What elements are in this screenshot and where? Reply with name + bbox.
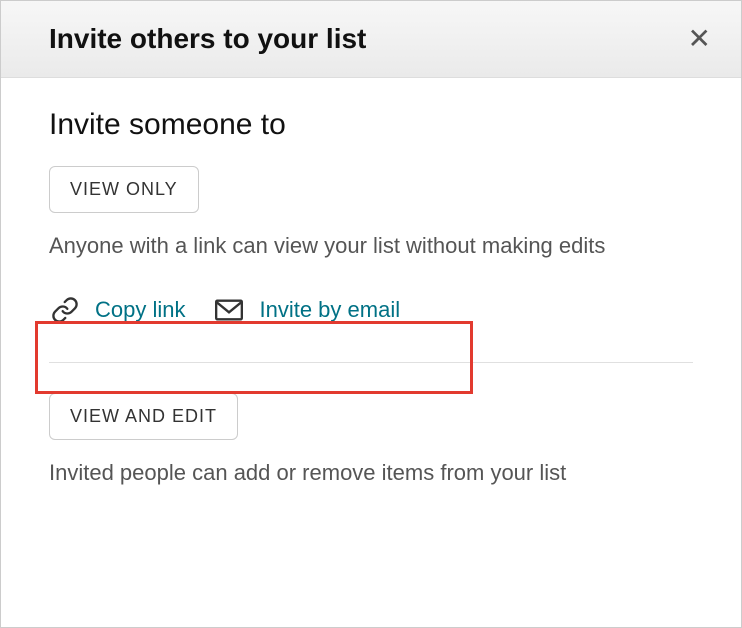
invite-email-action[interactable]: Invite by email xyxy=(215,297,400,323)
dialog-title: Invite others to your list xyxy=(49,23,693,55)
copy-link-action[interactable]: Copy link xyxy=(51,296,185,324)
section-divider xyxy=(49,362,693,363)
view-and-edit-button[interactable]: VIEW AND EDIT xyxy=(49,393,238,440)
view-only-description: Anyone with a link can view your list wi… xyxy=(49,231,693,262)
dialog-header: Invite others to your list ✕ xyxy=(1,1,741,78)
section-title: Invite someone to xyxy=(49,108,693,142)
dialog-content: Invite someone to VIEW ONLY Anyone with … xyxy=(1,78,741,539)
close-button[interactable]: ✕ xyxy=(688,25,711,53)
view-edit-description: Invited people can add or remove items f… xyxy=(49,458,693,489)
link-icon xyxy=(51,296,79,324)
view-edit-section: VIEW AND EDIT Invited people can add or … xyxy=(49,393,693,489)
copy-link-label: Copy link xyxy=(95,297,185,323)
invite-email-label: Invite by email xyxy=(259,297,400,323)
close-icon: ✕ xyxy=(688,23,711,54)
view-only-actions: Copy link Invite by email xyxy=(49,282,693,344)
view-only-button[interactable]: VIEW ONLY xyxy=(49,166,199,213)
mail-icon xyxy=(215,299,243,321)
